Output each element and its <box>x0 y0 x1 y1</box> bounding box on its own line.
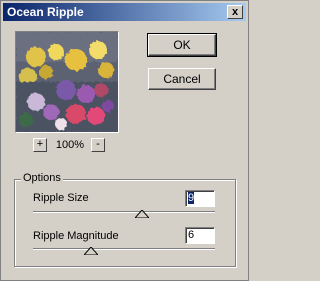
ripple-magnitude-value: 6 <box>188 229 195 241</box>
close-button[interactable]: x <box>227 5 243 19</box>
ripple-magnitude-slider-thumb[interactable] <box>84 247 99 255</box>
zoom-out-button[interactable]: - <box>91 138 105 152</box>
ripple-magnitude-label: Ripple Magnitude <box>33 230 119 242</box>
ocean-ripple-dialog: Ocean Ripple x + 100% - OK Cancel Option… <box>0 0 249 281</box>
title-bar[interactable]: Ocean Ripple x <box>3 3 246 21</box>
close-icon: x <box>231 6 239 18</box>
zoom-level: 100% <box>55 139 85 151</box>
ripple-size-label: Ripple Size <box>33 192 89 204</box>
filter-preview[interactable] <box>15 31 119 133</box>
minus-icon: - <box>96 138 100 150</box>
window-title: Ocean Ripple <box>7 5 84 19</box>
ripple-size-slider[interactable] <box>33 211 215 213</box>
ripple-size-slider-thumb[interactable] <box>135 210 150 218</box>
ripple-magnitude-input[interactable]: 6 <box>185 227 215 244</box>
ok-button[interactable]: OK <box>147 33 217 57</box>
cancel-button[interactable]: Cancel <box>148 68 216 90</box>
options-group-title: Options <box>21 172 63 184</box>
ripple-size-value: 9 <box>188 192 195 204</box>
plus-icon: + <box>36 138 44 150</box>
ripple-magnitude-slider[interactable] <box>33 248 215 250</box>
flowers-preview-image <box>16 32 118 132</box>
ripple-size-input[interactable]: 9 <box>185 190 215 207</box>
zoom-in-button[interactable]: + <box>33 138 47 152</box>
